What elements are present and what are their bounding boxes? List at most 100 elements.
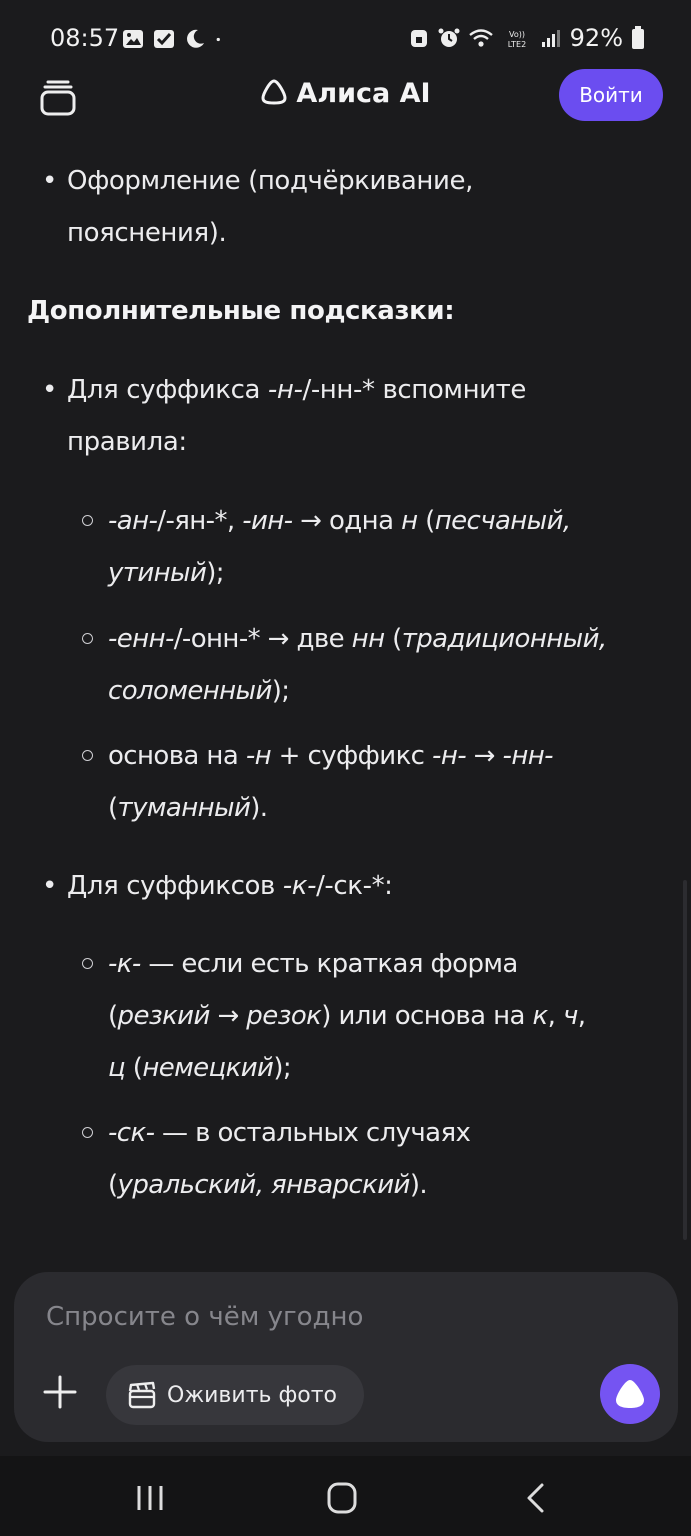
list-item-line: (туманный). [108, 782, 638, 834]
system-nav-bar [0, 1456, 691, 1536]
text-run-italic: немецкий [142, 1053, 274, 1083]
text-run-italic: -ин- [242, 506, 293, 536]
text-run-italic: туманный [117, 793, 251, 823]
text-run: + суффикс [271, 741, 433, 771]
animate-photo-label: Оживить фото [167, 1382, 338, 1408]
text-run-italic: -ан- [108, 506, 158, 536]
moon-icon [187, 29, 204, 48]
list-item-line: основа на -н + суффикс -н- → -нн- [108, 730, 638, 782]
sub-list-item-text: -ск- — в остальных случаях (уральский, я… [108, 1107, 638, 1211]
sub-bullet-circle [82, 515, 93, 526]
text-run: ); [273, 1053, 292, 1083]
status-left-icons [122, 28, 227, 50]
checkbox-icon [154, 30, 174, 48]
text-run: ); [271, 676, 290, 706]
recents-icon[interactable] [130, 1480, 170, 1516]
sub-bullet-circle [82, 1127, 93, 1138]
sub-bullet-circle [82, 750, 93, 761]
text-run-italic: -н [245, 741, 272, 771]
list-item-line: Оформление (подчёркивание, [67, 166, 473, 196]
text-run-italic: -енн- [108, 624, 174, 654]
status-time: 08:57 [50, 24, 120, 52]
list-item-line: пояснения). [67, 218, 227, 248]
text-run: ). [409, 1170, 428, 1200]
text-run-italic: -н- [267, 375, 303, 405]
list-item-line: соломенный); [108, 665, 638, 717]
alice-logo-icon [261, 79, 287, 105]
text-run: /-ск-*: [316, 871, 393, 901]
sub-bullet-circle [82, 633, 93, 644]
text-run-italic: ц [108, 1053, 126, 1083]
bullet-dot: • [42, 166, 58, 196]
list-item-line: -ан-/-ян-*, -ин- → одна н (песчаный, [108, 495, 638, 547]
text-run: /-онн-* → две [173, 624, 352, 654]
text-run: /-ян-*, [157, 506, 243, 536]
list-item-line: (уральский, январский). [108, 1159, 638, 1211]
text-run: ( [108, 1170, 118, 1200]
bullet-dot: • [42, 871, 58, 901]
text-run: ); [206, 558, 224, 588]
sub-list-item-text: -к- — если есть краткая форма (резкий → … [108, 938, 638, 1094]
text-run: ) или основа на [321, 1001, 533, 1031]
list-item-line: правила: [67, 427, 187, 457]
text-run: , [547, 1001, 563, 1031]
list-item-line: -енн-/-онн-* → две нн (традиционный, [108, 613, 638, 665]
animate-photo-button[interactable]: Оживить фото [106, 1365, 364, 1425]
text-run-italic: традиционный, [401, 624, 607, 654]
text-run: Для суффикса [67, 375, 268, 405]
battery-icon [632, 26, 644, 49]
text-run: ( [125, 1053, 143, 1083]
alice-logo-icon [616, 1380, 644, 1408]
message-input[interactable] [44, 1294, 608, 1340]
text-run: → [466, 741, 503, 771]
list-item-text: Для суффиксов -к-/-ск-*: [67, 860, 642, 912]
svg-text:LTE2: LTE2 [507, 40, 525, 49]
text-run-italic: резкий [117, 1001, 211, 1031]
text-run: ( [108, 793, 118, 823]
text-run: Для суффиксов [67, 871, 283, 901]
alarm-icon [438, 28, 460, 47]
text-run-italic: -н- [432, 741, 467, 771]
bullet-dot: • [42, 375, 58, 405]
list-item-line: -к- — если есть краткая форма [108, 938, 638, 990]
svg-text:Vo)): Vo)) [509, 30, 525, 39]
volte-icon: Vo))LTE2 [507, 30, 525, 49]
section-heading: Дополнительные подсказки: [27, 296, 455, 326]
list-item-line: утиный); [108, 547, 638, 599]
alice-voice-button[interactable] [600, 1364, 660, 1424]
wifi-icon [468, 29, 493, 47]
app-title-text: Алиса AI [296, 78, 431, 109]
list-item-text: Оформление (подчёркивание, пояснения). [67, 155, 642, 259]
text-run-italic: -к- [108, 949, 141, 979]
list-item-line: (резкий → резок) или основа на к, ч, [108, 990, 638, 1042]
sub-bullet-circle [82, 958, 93, 969]
app-header: Алиса AI Войти [0, 64, 691, 128]
text-run: , [577, 1001, 586, 1031]
text-run-italic: к [532, 1001, 549, 1031]
login-button[interactable]: Войти [559, 69, 663, 121]
text-run: → одна [292, 506, 402, 536]
text-run-italic: резок [246, 1001, 322, 1031]
text-run-italic: -к- [282, 871, 317, 901]
sub-list-item-text: основа на -н + суффикс -н- → -нн- (туман… [108, 730, 638, 834]
text-run-italic: -ск- [108, 1118, 155, 1148]
sub-list-item-text: -ан-/-ян-*, -ин- → одна н (песчаный, ути… [108, 495, 638, 599]
signal-icon [541, 30, 560, 47]
dot-icon [216, 37, 220, 42]
lock-icon [410, 30, 427, 47]
text-run-italic: ч [563, 1001, 578, 1031]
home-icon[interactable] [322, 1480, 362, 1516]
text-run-italic: соломенный [108, 676, 272, 706]
text-run-italic: песчаный, [434, 506, 571, 536]
back-icon[interactable] [516, 1480, 556, 1516]
list-item-text: Для суффикса -н-/-нн-* вспомните правила… [67, 364, 642, 468]
scrollbar[interactable] [683, 880, 687, 1240]
add-attachment-icon[interactable] [40, 1372, 80, 1412]
text-run-italic: н [401, 506, 418, 536]
list-item-line: ц (немецкий); [108, 1042, 638, 1094]
clapperboard-icon [128, 1381, 156, 1409]
text-run: ( [384, 624, 402, 654]
status-right: Vo)) LTE2 92% [408, 24, 645, 52]
list-item-line: -ск- — в остальных случаях [108, 1107, 638, 1159]
text-run-italic: -нн- [502, 741, 554, 771]
